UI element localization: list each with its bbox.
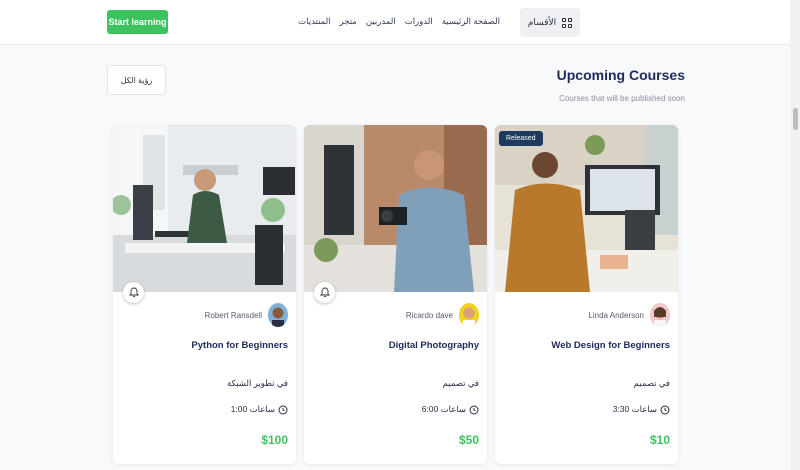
scrollbar-thumb[interactable] xyxy=(793,108,798,130)
clock-icon xyxy=(278,405,288,414)
course-title[interactable]: Digital Photography xyxy=(389,340,479,351)
section-subtitle: Courses that will be published soon xyxy=(559,94,685,103)
author-name[interactable]: Linda Anderson xyxy=(588,311,644,320)
course-card[interactable]: Robert Ransdell Python for Beginners في … xyxy=(113,125,296,464)
duration-text: 1:00 ساعات xyxy=(230,404,275,414)
course-title[interactable]: Web Design for Beginners xyxy=(551,340,670,351)
duration-text: 6:00 ساعات xyxy=(421,404,466,414)
avatar xyxy=(459,303,479,327)
course-card[interactable]: Released Linda Anderson Web Design for B… xyxy=(495,125,678,464)
released-badge: Released xyxy=(499,131,543,146)
nav-instructors[interactable]: المدربين xyxy=(366,16,396,27)
view-all-button[interactable]: رؤية الكل xyxy=(107,65,166,95)
course-price: $100 xyxy=(261,433,288,447)
author-name[interactable]: Robert Ransdell xyxy=(205,311,262,320)
scrollbar-track[interactable] xyxy=(790,0,800,470)
course-card[interactable]: Ricardo dave Digital Photography في تصمي… xyxy=(304,125,487,464)
nav-courses[interactable]: الدورات xyxy=(405,16,433,27)
course-category: في تطوير الشبكة xyxy=(226,378,288,388)
course-title[interactable]: Python for Beginners xyxy=(191,340,288,351)
bell-icon[interactable] xyxy=(123,282,144,303)
section-title: Upcoming Courses xyxy=(556,67,685,83)
duration-text: 3:30 ساعات xyxy=(612,404,657,414)
avatar xyxy=(268,303,288,327)
course-image xyxy=(304,125,487,292)
course-duration: 3:30 ساعات xyxy=(613,404,670,415)
top-navbar: Start learning الصفحة الرئيسية الدورات ا… xyxy=(0,0,790,45)
author-name[interactable]: Ricardo dave xyxy=(406,311,453,320)
start-learning-button[interactable]: Start learning xyxy=(107,10,168,34)
grid-icon xyxy=(562,17,573,28)
categories-label: الأقسام xyxy=(527,17,557,27)
clock-icon xyxy=(660,405,670,414)
course-image xyxy=(113,125,296,292)
nav-home[interactable]: الصفحة الرئيسية xyxy=(442,16,500,27)
nav-forums[interactable]: المنتديات xyxy=(298,16,330,27)
course-price: $50 xyxy=(458,433,479,447)
course-category: في تصميم xyxy=(442,378,479,388)
main-nav: الصفحة الرئيسية الدورات المدربين متجر ال… xyxy=(298,16,500,27)
nav-store[interactable]: متجر xyxy=(340,16,357,27)
course-duration: 6:00 ساعات xyxy=(422,404,479,415)
course-image xyxy=(495,125,678,292)
clock-icon xyxy=(469,405,479,414)
course-duration: 1:00 ساعات xyxy=(231,404,288,415)
course-category: في تصميم xyxy=(633,378,670,388)
categories-button[interactable]: الأقسام xyxy=(520,8,580,37)
avatar xyxy=(650,303,670,327)
course-price: $10 xyxy=(649,433,670,447)
bell-icon[interactable] xyxy=(314,282,335,303)
